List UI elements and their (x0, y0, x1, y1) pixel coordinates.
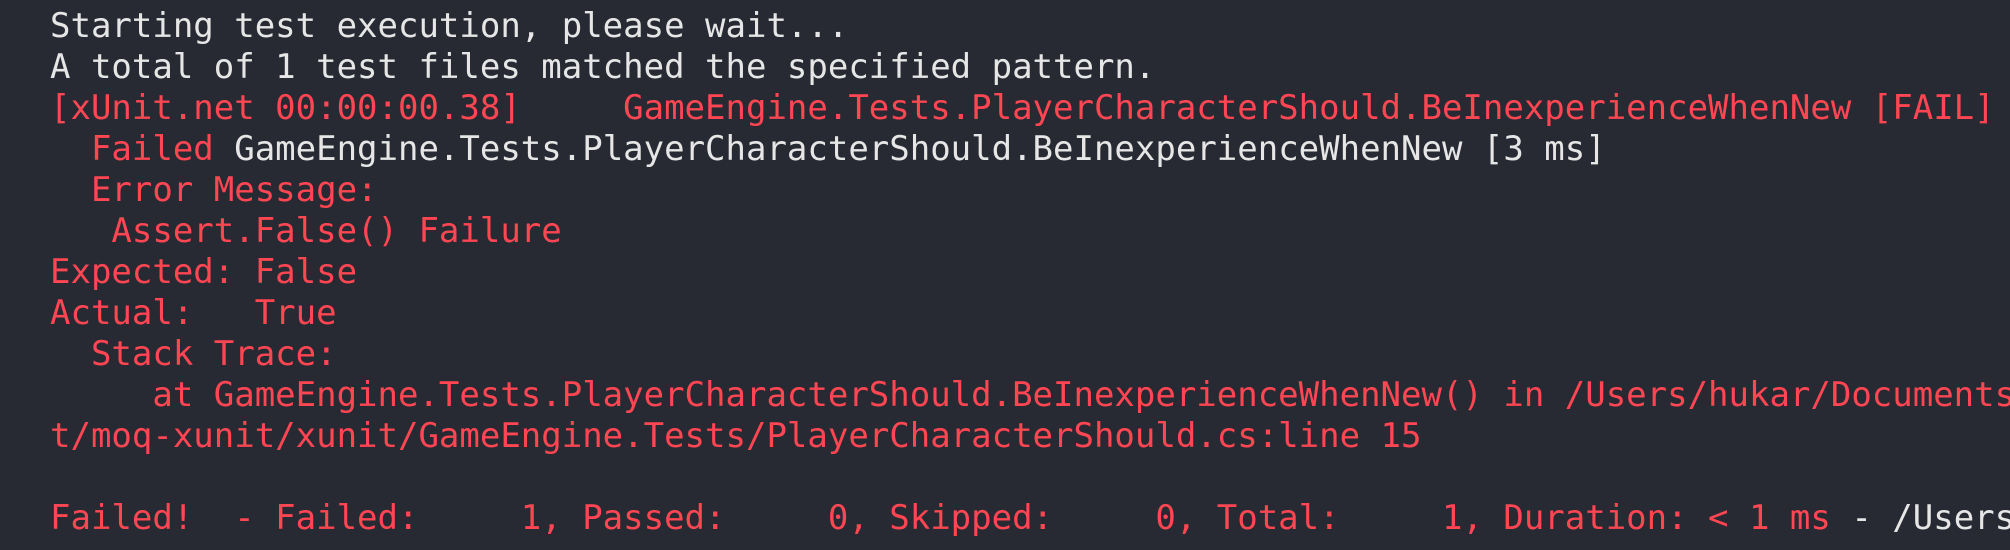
assert-failure-line: Assert.False() Failure (50, 211, 562, 251)
files-matched-line: A total of 1 test files matched the spec… (50, 47, 1156, 87)
failed-test-name: GameEngine.Tests.PlayerCharacterShould.B… (213, 129, 1606, 169)
actual-line: Actual: True (50, 293, 337, 333)
starting-execution-line: Starting test execution, please wait... (50, 6, 849, 46)
stack-trace-at-line: at GameEngine.Tests.PlayerCharacterShoul… (50, 375, 2010, 415)
expected-line: Expected: False (50, 252, 358, 292)
summary-results: Failed! - Failed: 1, Passed: 0, Skipped:… (50, 498, 1831, 538)
error-message-header: Error Message: (50, 170, 378, 210)
failed-test-line: Failed GameEngine.Tests.PlayerCharacterS… (50, 129, 1606, 170)
xunit-fail-line: [xUnit.net 00:00:00.38] GameEngine.Tests… (50, 88, 1995, 128)
summary-line: Failed! - Failed: 1, Passed: 0, Skipped:… (50, 498, 2010, 539)
terminal-window: Starting test execution, please wait... … (0, 0, 2010, 550)
summary-path: - /Users/h (1851, 498, 2010, 538)
stack-trace-header: Stack Trace: (50, 334, 337, 374)
failed-label: Failed (50, 129, 214, 169)
stack-trace-path-line: t/moq-xunit/xunit/GameEngine.Tests/Playe… (50, 416, 1422, 456)
